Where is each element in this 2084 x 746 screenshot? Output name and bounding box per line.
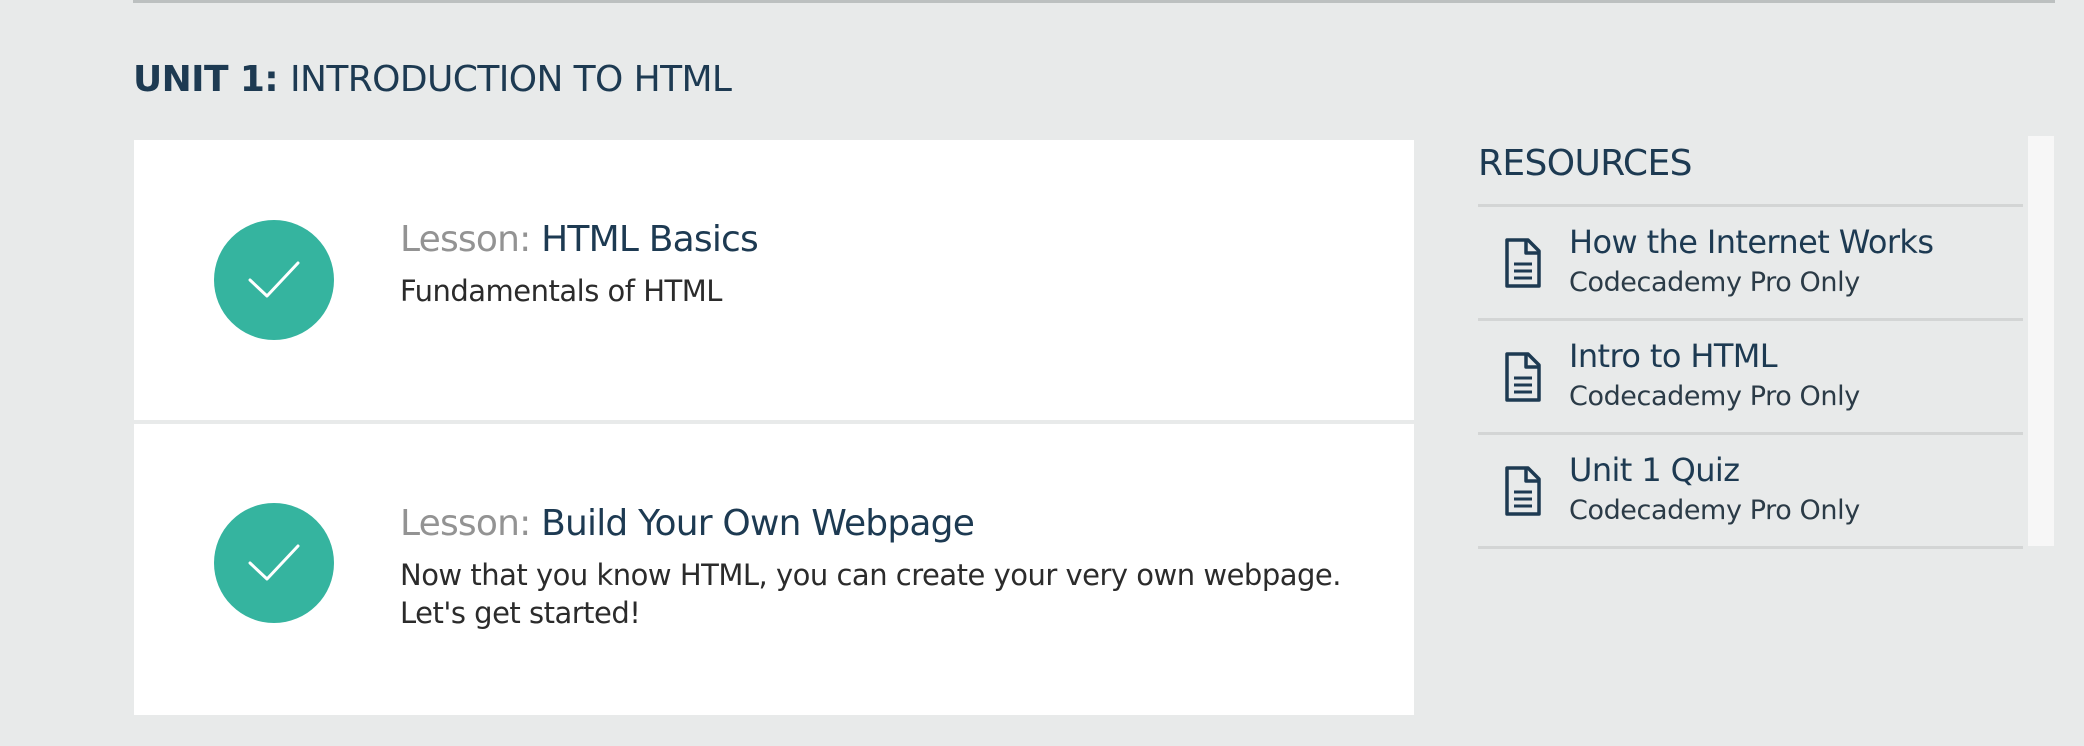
completed-checkmark-icon	[214, 503, 334, 623]
resource-text: Intro to HTML Codecademy Pro Only	[1569, 335, 1860, 415]
unit-separator: :	[264, 59, 291, 100]
resources-list: How the Internet Works Codecademy Pro On…	[1478, 204, 2023, 549]
lesson-list: Lesson: HTML Basics Fundamentals of HTML…	[134, 140, 1414, 715]
lesson-text: Lesson: HTML Basics Fundamentals of HTML	[400, 216, 1354, 310]
lesson-text: Lesson: Build Your Own Webpage Now that …	[400, 500, 1354, 632]
document-icon	[1505, 352, 1541, 402]
lesson-name[interactable]: Build Your Own Webpage	[541, 503, 975, 544]
resources-heading: RESOURCES	[1478, 143, 1692, 184]
resources-panel: RESOURCES How the Internet Works Codecad…	[1478, 136, 2054, 549]
completed-checkmark-icon	[214, 220, 334, 340]
resource-title[interactable]: Intro to HTML	[1569, 335, 1860, 377]
lesson-name[interactable]: HTML Basics	[541, 219, 759, 260]
lesson-description: Fundamentals of HTML	[400, 274, 722, 308]
lesson-prefix: Lesson:	[400, 219, 542, 260]
top-divider	[133, 0, 2055, 3]
unit-title: INTRODUCTION TO HTML	[290, 59, 732, 100]
resource-title[interactable]: Unit 1 Quiz	[1569, 449, 1860, 491]
lesson-prefix: Lesson:	[400, 503, 542, 544]
resource-subtitle: Codecademy Pro Only	[1569, 495, 1860, 526]
lesson-card-html-basics[interactable]: Lesson: HTML Basics Fundamentals of HTML	[134, 140, 1414, 420]
resource-item-intro-to-html[interactable]: Intro to HTML Codecademy Pro Only	[1478, 321, 2023, 435]
resources-scrollbar[interactable]	[2028, 136, 2054, 546]
document-icon	[1505, 238, 1541, 288]
resource-item-unit-1-quiz[interactable]: Unit 1 Quiz Codecademy Pro Only	[1478, 435, 2023, 549]
document-icon	[1505, 466, 1541, 516]
resource-subtitle: Codecademy Pro Only	[1569, 381, 1860, 412]
unit-number: UNIT 1	[133, 59, 265, 100]
resource-text: Unit 1 Quiz Codecademy Pro Only	[1569, 449, 1860, 529]
lesson-title[interactable]: Lesson: HTML Basics	[400, 216, 1354, 264]
unit-heading: UNIT 1: INTRODUCTION TO HTML	[133, 56, 732, 104]
lesson-card-build-webpage[interactable]: Lesson: Build Your Own Webpage Now that …	[134, 424, 1414, 715]
resource-item-how-internet-works[interactable]: How the Internet Works Codecademy Pro On…	[1478, 207, 2023, 321]
resource-subtitle: Codecademy Pro Only	[1569, 267, 1860, 298]
resource-title[interactable]: How the Internet Works	[1569, 221, 1934, 263]
resource-text: How the Internet Works Codecademy Pro On…	[1569, 221, 1934, 301]
lesson-title[interactable]: Lesson: Build Your Own Webpage	[400, 500, 1354, 548]
lesson-description: Now that you know HTML, you can create y…	[400, 558, 1341, 630]
